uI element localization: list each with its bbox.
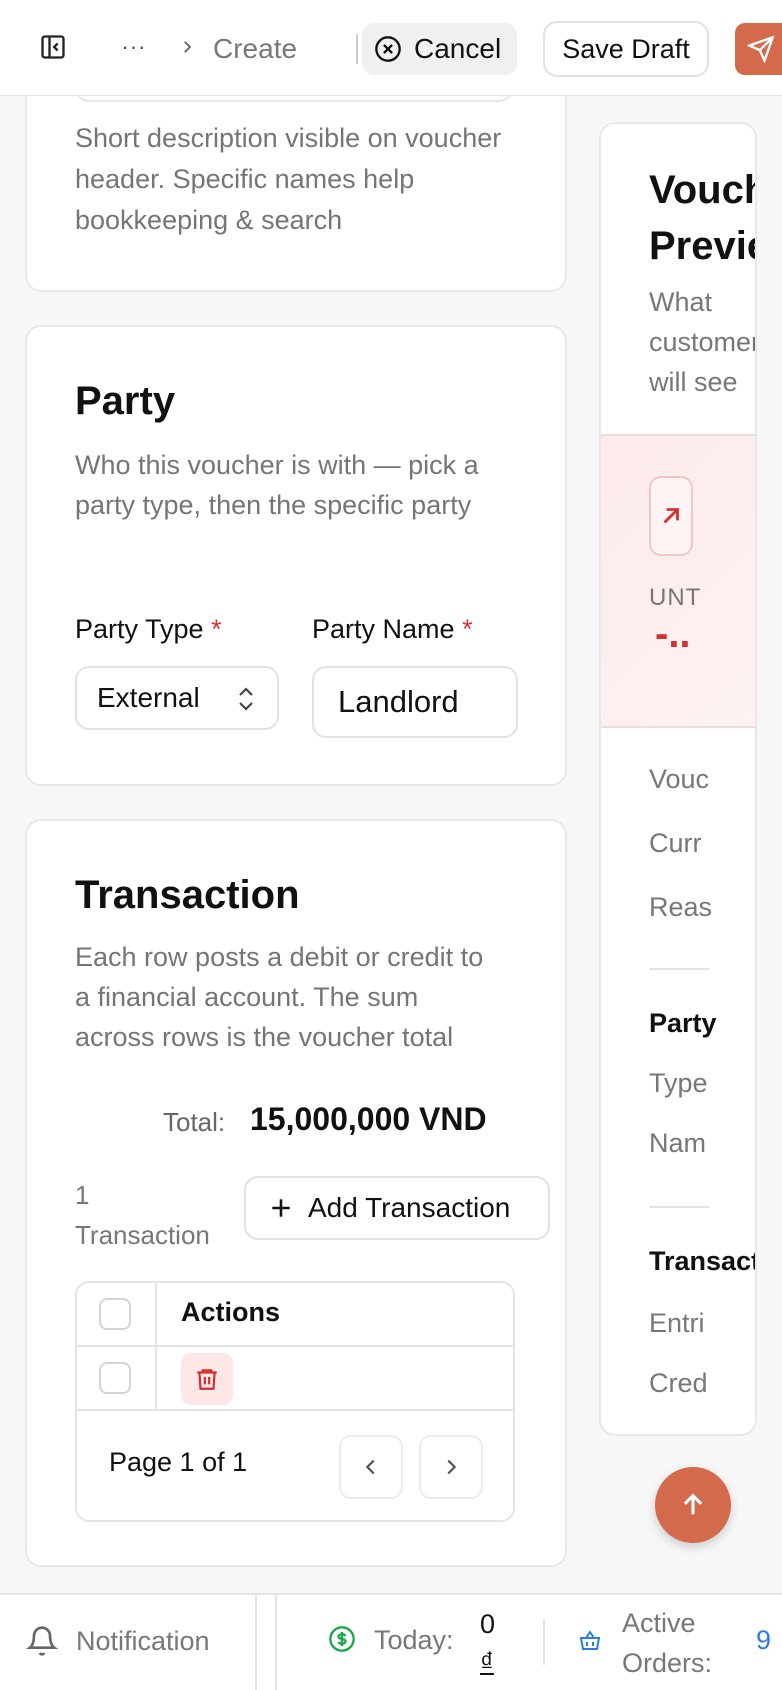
today-value-amount: 0 (480, 1609, 496, 1639)
active-orders-label-line: Orders: (622, 1648, 713, 1678)
party-type-label: Party Type * (75, 614, 222, 645)
transaction-description: Each row posts a debit or credit to a fi… (75, 942, 484, 1052)
actions-header: Actions (181, 1297, 281, 1327)
chevron-up-down-icon (239, 687, 253, 711)
active-orders-label: Active Orders: (622, 1603, 712, 1683)
preview-transaction-credit: Cred (649, 1368, 708, 1398)
notification-button[interactable]: Notification (26, 1625, 210, 1657)
previous-page-button[interactable] (339, 1435, 403, 1499)
transaction-count: 1 Transaction (75, 1175, 210, 1255)
status-bar: Notification Today: 0 ₫ Active Orders: 9 (0, 1593, 782, 1690)
plus-icon (272, 1199, 290, 1217)
next-page-button[interactable] (419, 1435, 483, 1499)
party-description: Who this voucher is with — pick a party … (75, 450, 479, 520)
chevron-right-icon (176, 30, 198, 64)
cancel-label: Cancel (414, 33, 502, 64)
save-draft-button[interactable]: Save Draft (543, 21, 709, 77)
preview-amount-value: -.. (655, 612, 691, 656)
table-header: Actions (77, 1283, 513, 1347)
scroll-to-top-button[interactable] (655, 1467, 731, 1543)
required-mark: * (211, 614, 222, 644)
party-type-label-text: Party Type (75, 614, 204, 644)
preview-divider (649, 968, 709, 970)
column-divider (155, 1283, 157, 1347)
transaction-count-number: 1 (75, 1180, 90, 1210)
party-type-select[interactable]: External (75, 666, 279, 730)
today-label: Today: (374, 1625, 454, 1655)
party-name-input[interactable]: Landlord (312, 666, 518, 738)
cancel-button[interactable]: Cancel (362, 23, 517, 75)
preview-transaction-heading: Transactio (649, 1246, 755, 1276)
today-value-currency: ₫ (480, 1647, 494, 1677)
total-value: 15,000,000 VND (250, 1101, 487, 1137)
delete-row-button[interactable] (181, 1353, 233, 1405)
party-type-value: External (97, 682, 200, 713)
submit-button[interactable] (735, 23, 782, 75)
preview-party-type: Type (649, 1068, 708, 1098)
transaction-table: Actions Page 1 of 1 (75, 1281, 515, 1522)
row-checkbox[interactable] (99, 1362, 131, 1394)
transaction-card: Transaction Each row posts a debit or cr… (25, 819, 567, 1567)
column-divider (155, 1347, 157, 1411)
party-title: Party (75, 379, 176, 423)
transaction-count-label: Transaction (75, 1220, 210, 1250)
breadcrumb-current: Create (213, 33, 298, 64)
breadcrumb-more-button[interactable]: ··· (118, 30, 150, 64)
top-bar: ··· Create Cancel Save Draft (0, 0, 782, 96)
pagination-label: Page 1 of 1 (109, 1447, 248, 1477)
party-name-label-text: Party Name (312, 614, 455, 644)
preview-title-line: Vouche (649, 168, 755, 212)
reason-description: Short description visible on voucher hea… (75, 123, 502, 235)
transaction-title: Transaction (75, 873, 300, 917)
chevron-left-icon (365, 1459, 375, 1475)
send-icon (747, 35, 775, 63)
active-orders-label-line: Active (622, 1608, 696, 1638)
basket-icon (578, 1629, 602, 1658)
party-name-label: Party Name * (312, 614, 473, 645)
preview-row-reason: Reas (649, 892, 713, 922)
active-orders-value[interactable]: 9 (756, 1625, 771, 1656)
sidebar-toggle-icon (41, 35, 65, 59)
preview-subtitle-line: will see (649, 367, 738, 397)
notification-label: Notification (76, 1625, 210, 1656)
add-transaction-button[interactable]: Add Transaction (244, 1176, 550, 1240)
preview-row-voucher: Vouc (649, 764, 710, 794)
sidebar-toggle-button[interactable] (36, 30, 70, 64)
preview-title-line: Preview (649, 224, 755, 268)
select-all-checkbox[interactable] (99, 1298, 131, 1330)
today-value: 0 ₫ (480, 1605, 495, 1681)
preview-row-currency: Curr (649, 828, 702, 858)
divider (543, 1619, 545, 1665)
table-row (77, 1347, 513, 1411)
preview-party-heading: Party (649, 1008, 717, 1038)
preview-title: Vouche Preview (649, 162, 755, 274)
outflow-arrow-badge (649, 476, 693, 556)
preview-transaction-entries: Entri (649, 1308, 705, 1338)
arrow-up-right-icon (663, 508, 679, 524)
total-label: Total: (163, 1107, 226, 1137)
preview-subtitle-line: What (649, 287, 713, 317)
preview-subtitle-line: customers (649, 327, 755, 357)
preview-party-name: Nam (649, 1128, 707, 1158)
arrow-up-icon (683, 1493, 703, 1515)
add-transaction-label: Add Transaction (308, 1192, 511, 1223)
required-mark: * (462, 614, 473, 644)
party-card: Party Who this voucher is with — pick a … (25, 325, 567, 786)
voucher-preview-panel: Vouche Preview What customers will see U… (599, 122, 757, 1436)
trash-icon (197, 1369, 217, 1390)
preview-subtitle: What customers will see (649, 282, 755, 402)
party-name-value: Landlord (338, 684, 459, 719)
chevron-right-icon (447, 1459, 457, 1475)
preview-divider (649, 1206, 709, 1208)
bell-icon (26, 1626, 58, 1656)
divider (255, 1595, 257, 1690)
revenue-icon (328, 1625, 356, 1658)
preview-amount-label: UNT (649, 584, 702, 611)
close-circle-icon (375, 36, 401, 62)
app-viewport: ··· Create Cancel Save Draft Short descr… (0, 0, 782, 1690)
divider (275, 1595, 277, 1690)
divider (356, 34, 358, 64)
preview-amount-banner: UNT -.. (601, 434, 755, 728)
